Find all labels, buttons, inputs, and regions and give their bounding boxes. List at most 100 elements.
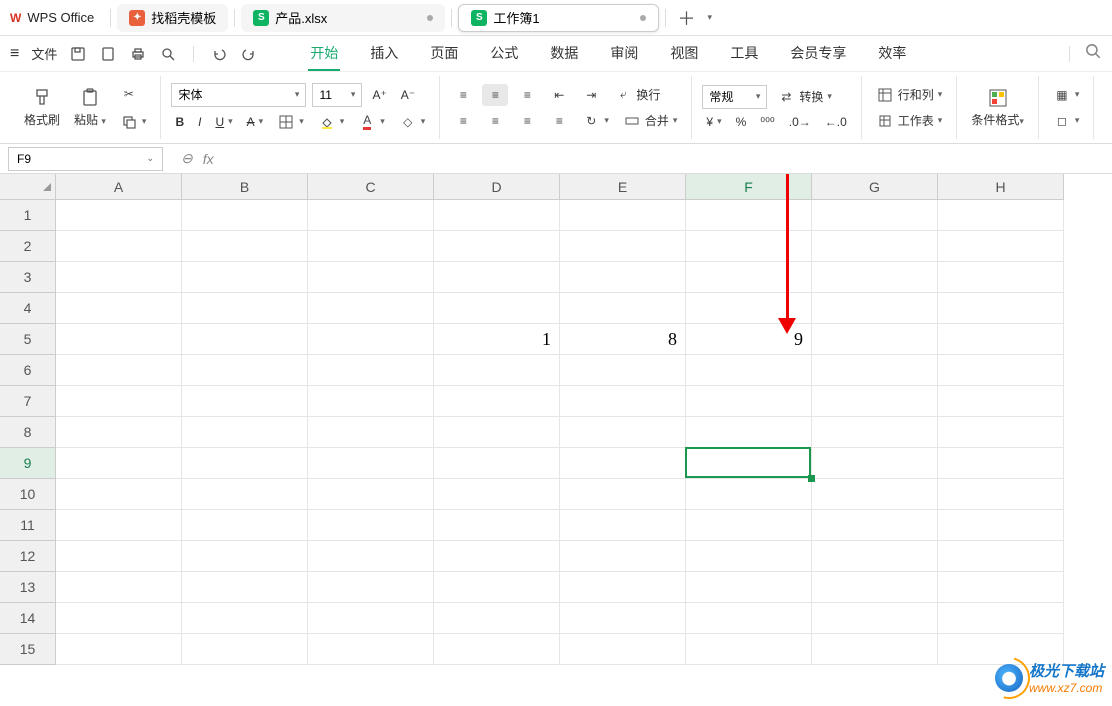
cell-C6[interactable]	[308, 355, 434, 386]
cell-B11[interactable]	[182, 510, 308, 541]
cell-H10[interactable]	[938, 479, 1064, 510]
cell-C1[interactable]	[308, 200, 434, 231]
font-size-select[interactable]: 11▾	[312, 83, 362, 107]
menu-tab-efficiency[interactable]: 效率	[876, 37, 908, 71]
cell-F6[interactable]	[686, 355, 812, 386]
cell-C13[interactable]	[308, 572, 434, 603]
cell-B12[interactable]	[182, 541, 308, 572]
cell-A13[interactable]	[56, 572, 182, 603]
cell-E15[interactable]	[560, 634, 686, 665]
cell-F4[interactable]	[686, 293, 812, 324]
cell-G7[interactable]	[812, 386, 938, 417]
cell-E13[interactable]	[560, 572, 686, 603]
cell-G5[interactable]	[812, 324, 938, 355]
cell-B8[interactable]	[182, 417, 308, 448]
menu-tab-data[interactable]: 数据	[548, 37, 580, 71]
cell-A5[interactable]	[56, 324, 182, 355]
cell-E14[interactable]	[560, 603, 686, 634]
underline-button[interactable]: U▾	[211, 113, 236, 131]
cell-E1[interactable]	[560, 200, 686, 231]
print-icon[interactable]	[129, 45, 147, 63]
file-menu[interactable]: 文件	[31, 44, 57, 63]
cell-D11[interactable]	[434, 510, 560, 541]
preview-icon[interactable]	[159, 45, 177, 63]
cell-G15[interactable]	[812, 634, 938, 665]
cell-E5[interactable]: 8	[560, 324, 686, 355]
cell-F5[interactable]: 9	[686, 324, 812, 355]
merge-button[interactable]: 合并▾	[619, 110, 682, 132]
cell-D10[interactable]	[434, 479, 560, 510]
align-center-button[interactable]: ≡	[482, 110, 508, 132]
cell-C14[interactable]	[308, 603, 434, 634]
cell-H12[interactable]	[938, 541, 1064, 572]
menu-tab-insert[interactable]: 插入	[368, 37, 400, 71]
cell-B1[interactable]	[182, 200, 308, 231]
cell-C5[interactable]	[308, 324, 434, 355]
cancel-formula-icon[interactable]: ⊖	[181, 150, 193, 167]
cell-F11[interactable]	[686, 510, 812, 541]
orientation-button[interactable]: ↻▾	[578, 110, 613, 132]
cell-H7[interactable]	[938, 386, 1064, 417]
row-header-8[interactable]: 8	[0, 417, 56, 448]
cell-D13[interactable]	[434, 572, 560, 603]
cell-A10[interactable]	[56, 479, 182, 510]
cell-F10[interactable]	[686, 479, 812, 510]
cell-G13[interactable]	[812, 572, 938, 603]
cell-H14[interactable]	[938, 603, 1064, 634]
cell-E4[interactable]	[560, 293, 686, 324]
fill-handle[interactable]	[808, 475, 815, 482]
redo-icon[interactable]	[240, 45, 258, 63]
formula-input[interactable]	[224, 147, 1112, 171]
cell-D14[interactable]	[434, 603, 560, 634]
menu-tab-formula[interactable]: 公式	[488, 37, 520, 71]
cell-A4[interactable]	[56, 293, 182, 324]
cell-G10[interactable]	[812, 479, 938, 510]
column-header-E[interactable]: E	[560, 174, 686, 200]
row-header-2[interactable]: 2	[0, 231, 56, 262]
cell-D6[interactable]	[434, 355, 560, 386]
tab-menu-dropdown[interactable]: ▾	[708, 12, 713, 23]
number-format-select[interactable]: 常规▾	[702, 85, 767, 109]
align-middle-button[interactable]: ≡	[482, 84, 508, 106]
row-header-11[interactable]: 11	[0, 510, 56, 541]
row-header-10[interactable]: 10	[0, 479, 56, 510]
cell-H3[interactable]	[938, 262, 1064, 293]
add-tab-button[interactable]: ＋	[670, 5, 704, 31]
percent-button[interactable]: %	[732, 113, 751, 131]
cell-D1[interactable]	[434, 200, 560, 231]
cell-E2[interactable]	[560, 231, 686, 262]
cell-F14[interactable]	[686, 603, 812, 634]
cell-F15[interactable]	[686, 634, 812, 665]
cell-H13[interactable]	[938, 572, 1064, 603]
search-icon[interactable]	[1084, 42, 1102, 65]
cell-G9[interactable]	[812, 448, 938, 479]
column-header-D[interactable]: D	[434, 174, 560, 200]
column-header-H[interactable]: H	[938, 174, 1064, 200]
tab-workbook1[interactable]: S 工作簿1	[458, 4, 658, 32]
increase-font-button[interactable]: A⁺	[368, 86, 390, 104]
justify-button[interactable]: ≡	[546, 110, 572, 132]
cell-B2[interactable]	[182, 231, 308, 262]
cell-E8[interactable]	[560, 417, 686, 448]
cut-button[interactable]: ✂	[116, 83, 151, 105]
cell-G1[interactable]	[812, 200, 938, 231]
italic-button[interactable]: I	[194, 113, 205, 131]
decrease-decimal-button[interactable]: ←.0	[821, 113, 851, 131]
cell-D3[interactable]	[434, 262, 560, 293]
cell-A9[interactable]	[56, 448, 182, 479]
cell-C10[interactable]	[308, 479, 434, 510]
comma-button[interactable]: ⁰⁰⁰	[756, 113, 778, 131]
undo-icon[interactable]	[210, 45, 228, 63]
cell-A7[interactable]	[56, 386, 182, 417]
cell-H5[interactable]	[938, 324, 1064, 355]
cell-G4[interactable]	[812, 293, 938, 324]
cell-G3[interactable]	[812, 262, 938, 293]
select-all-corner[interactable]	[0, 174, 56, 200]
row-header-15[interactable]: 15	[0, 634, 56, 665]
cell-G14[interactable]	[812, 603, 938, 634]
cell-B15[interactable]	[182, 634, 308, 665]
wrap-text-button[interactable]: ⤶换行	[610, 84, 664, 106]
sum-button[interactable]: Σ	[1104, 110, 1112, 132]
column-header-A[interactable]: A	[56, 174, 182, 200]
cell-B13[interactable]	[182, 572, 308, 603]
